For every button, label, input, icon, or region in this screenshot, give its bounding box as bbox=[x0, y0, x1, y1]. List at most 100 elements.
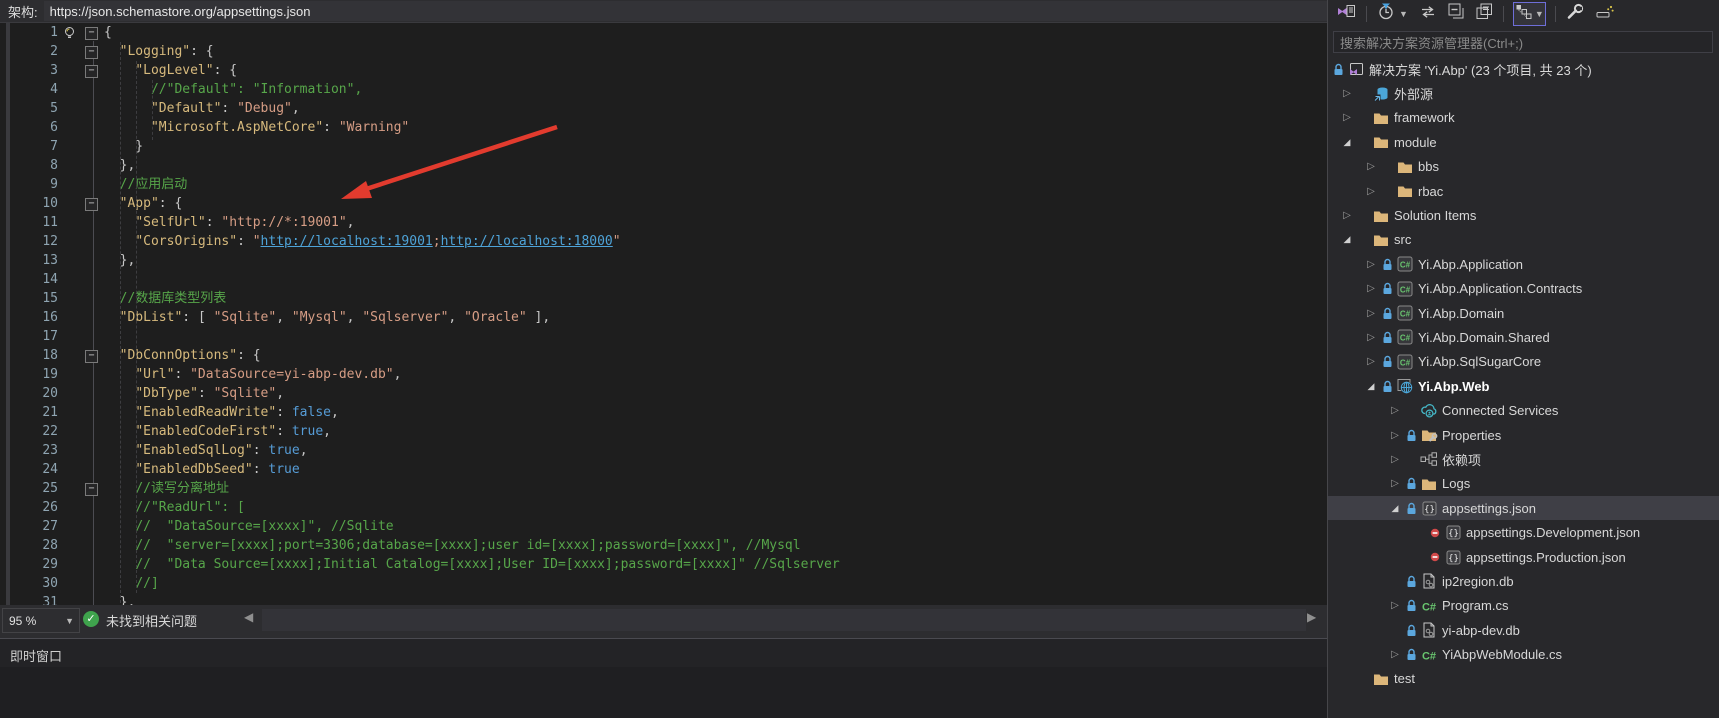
quick-actions-lightbulb-icon[interactable] bbox=[63, 26, 76, 40]
code-line-26[interactable]: 26 //"ReadUrl": [ bbox=[0, 498, 1327, 517]
schema-url-combobox[interactable]: https://json.schemastore.org/appsettings… bbox=[44, 1, 1327, 21]
code-line-22[interactable]: 22 "EnabledCodeFirst": true, bbox=[0, 422, 1327, 441]
fold-toggle-icon[interactable]: − bbox=[85, 27, 98, 40]
expander-expanded-icon[interactable]: ◢ bbox=[1363, 381, 1379, 392]
code-line-18[interactable]: 18− "DbConnOptions": { bbox=[0, 346, 1327, 365]
code-line-27[interactable]: 27 // "DataSource=[xxxx]", //Sqlite bbox=[0, 517, 1327, 536]
tree-item-connected-services[interactable]: ▷Connected Services bbox=[1328, 398, 1719, 422]
properties-wrench-button[interactable] bbox=[1565, 3, 1586, 25]
code-line-7[interactable]: 7 } bbox=[0, 137, 1327, 156]
expander-expanded-icon[interactable]: ◢ bbox=[1387, 503, 1403, 514]
code-line-20[interactable]: 20 "DbType": "Sqlite", bbox=[0, 384, 1327, 403]
sync-with-active-document-button[interactable] bbox=[1418, 3, 1438, 25]
tree-item-yi.abp.application[interactable]: ▷C#Yi.Abp.Application bbox=[1328, 252, 1719, 276]
code-line-25[interactable]: 25− //读写分离地址 bbox=[0, 479, 1327, 498]
scroll-right-arrow-icon[interactable]: ▶ bbox=[1307, 610, 1316, 624]
tree-item-yi.abp.web[interactable]: ◢Yi.Abp.Web bbox=[1328, 374, 1719, 398]
code-line-16[interactable]: 16 "DbList": [ "Sqlite", "Mysql", "Sqlse… bbox=[0, 308, 1327, 327]
tree-item-properties[interactable]: ▷Properties bbox=[1328, 423, 1719, 447]
code-line-31[interactable]: 31 }, bbox=[0, 593, 1327, 605]
code-line-19[interactable]: 19 "Url": "DataSource=yi-abp-dev.db", bbox=[0, 365, 1327, 384]
fold-toggle-icon[interactable]: − bbox=[85, 350, 98, 363]
tree-item-yi-abp-dev.db[interactable]: yi-abp-dev.db bbox=[1328, 618, 1719, 642]
tree-item-solution-items[interactable]: ▷Solution Items bbox=[1328, 203, 1719, 227]
preview-selected-items-button[interactable] bbox=[1595, 3, 1616, 25]
tree-item-yi.abp.application.contracts[interactable]: ▷C#Yi.Abp.Application.Contracts bbox=[1328, 277, 1719, 301]
code-line-3[interactable]: 3− "LogLevel": { bbox=[0, 61, 1327, 80]
fold-toggle-icon[interactable]: − bbox=[85, 46, 98, 59]
code-line-30[interactable]: 30 //] bbox=[0, 574, 1327, 593]
code-line-23[interactable]: 23 "EnabledSqlLog": true, bbox=[0, 441, 1327, 460]
expander-collapsed-icon[interactable]: ▷ bbox=[1363, 332, 1379, 343]
tree-item-src[interactable]: ◢src bbox=[1328, 228, 1719, 252]
expander-collapsed-icon[interactable]: ▷ bbox=[1363, 186, 1379, 197]
expander-collapsed-icon[interactable]: ▷ bbox=[1339, 210, 1355, 221]
expander-expanded-icon[interactable]: ◢ bbox=[1339, 234, 1355, 245]
expander-collapsed-icon[interactable]: ▷ bbox=[1363, 259, 1379, 270]
history-filter-button[interactable]: ▼ bbox=[1376, 3, 1409, 25]
tree-item-rbac[interactable]: ▷rbac bbox=[1328, 179, 1719, 203]
code-line-10[interactable]: 10− "App": { bbox=[0, 194, 1327, 213]
code-line-13[interactable]: 13 }, bbox=[0, 251, 1327, 270]
solution-search-input[interactable]: 搜索解决方案资源管理器(Ctrl+;) bbox=[1333, 31, 1713, 53]
expander-expanded-icon[interactable]: ◢ bbox=[1339, 137, 1355, 148]
tree-item-yiabpwebmodule.cs[interactable]: ▷C#YiAbpWebModule.cs bbox=[1328, 642, 1719, 666]
fold-toggle-icon[interactable]: − bbox=[85, 198, 98, 211]
expander-collapsed-icon[interactable]: ▷ bbox=[1387, 430, 1403, 441]
scroll-left-arrow-icon[interactable]: ◀ bbox=[244, 610, 253, 624]
code-line-14[interactable]: 14 bbox=[0, 270, 1327, 289]
code-line-29[interactable]: 29 // "Data Source=[xxxx];Initial Catalo… bbox=[0, 555, 1327, 574]
expander-collapsed-icon[interactable]: ▷ bbox=[1387, 649, 1403, 660]
show-all-files-button[interactable]: ▼ bbox=[1513, 2, 1546, 26]
tree-item-appsettings.development.json[interactable]: {}appsettings.Development.json bbox=[1328, 520, 1719, 544]
tree-item-yi.abp.domain.shared[interactable]: ▷C#Yi.Abp.Domain.Shared bbox=[1328, 325, 1719, 349]
code-line-24[interactable]: 24 "EnabledDbSeed": true bbox=[0, 460, 1327, 479]
tree-item-依赖项[interactable]: ▷依赖项 bbox=[1328, 447, 1719, 471]
immediate-window-content[interactable] bbox=[0, 667, 1327, 718]
code-line-4[interactable]: 4 //"Default": "Information", bbox=[0, 80, 1327, 99]
code-line-15[interactable]: 15 //数据库类型列表 bbox=[0, 289, 1327, 308]
fold-toggle-icon[interactable]: − bbox=[85, 483, 98, 496]
fold-toggle-icon[interactable]: − bbox=[85, 65, 98, 78]
code-line-6[interactable]: 6 "Microsoft.AspNetCore": "Warning" bbox=[0, 118, 1327, 137]
tree-item-解决方案-yi.abp-23-个项目-共-23-个[interactable]: 解决方案 'Yi.Abp' (23 个项目, 共 23 个) bbox=[1328, 57, 1719, 81]
expander-collapsed-icon[interactable]: ▷ bbox=[1387, 405, 1403, 416]
expander-collapsed-icon[interactable]: ▷ bbox=[1363, 283, 1379, 294]
tree-item-yi.abp.domain[interactable]: ▷C#Yi.Abp.Domain bbox=[1328, 301, 1719, 325]
code-line-11[interactable]: 11 "SelfUrl": "http://*:19001", bbox=[0, 213, 1327, 232]
code-line-5[interactable]: 5 "Default": "Debug", bbox=[0, 99, 1327, 118]
tree-item-外部源[interactable]: ▷外部源 bbox=[1328, 81, 1719, 105]
horizontal-scrollbar[interactable] bbox=[262, 609, 1306, 631]
code-line-12[interactable]: 12 "CorsOrigins": "http://localhost:1900… bbox=[0, 232, 1327, 251]
code-line-9[interactable]: 9 //应用启动 bbox=[0, 175, 1327, 194]
code-line-17[interactable]: 17 bbox=[0, 327, 1327, 346]
expander-collapsed-icon[interactable]: ▷ bbox=[1387, 454, 1403, 465]
expander-collapsed-icon[interactable]: ▷ bbox=[1363, 161, 1379, 172]
code-editor[interactable]: 1−{2− "Logging": {3− "LogLevel": {4 //"D… bbox=[0, 23, 1327, 605]
expander-collapsed-icon[interactable]: ▷ bbox=[1339, 88, 1355, 99]
tree-item-ip2region.db[interactable]: ip2region.db bbox=[1328, 569, 1719, 593]
switch-views-button[interactable] bbox=[1336, 3, 1357, 25]
code-line-1[interactable]: 1−{ bbox=[0, 23, 1327, 42]
code-line-2[interactable]: 2− "Logging": { bbox=[0, 42, 1327, 61]
properties-pages-button[interactable] bbox=[1475, 3, 1494, 25]
tree-item-logs[interactable]: ▷Logs bbox=[1328, 472, 1719, 496]
collapse-all-button[interactable] bbox=[1447, 3, 1466, 25]
zoom-level-combobox[interactable]: 95 % ▼ bbox=[2, 608, 80, 633]
tree-item-appsettings.production.json[interactable]: {}appsettings.Production.json bbox=[1328, 545, 1719, 569]
expander-collapsed-icon[interactable]: ▷ bbox=[1387, 478, 1403, 489]
tree-item-bbs[interactable]: ▷bbs bbox=[1328, 155, 1719, 179]
code-line-28[interactable]: 28 // "server=[xxxx];port=3306;database=… bbox=[0, 536, 1327, 555]
tree-item-test[interactable]: test bbox=[1328, 667, 1719, 691]
code-line-21[interactable]: 21 "EnabledReadWrite": false, bbox=[0, 403, 1327, 422]
tree-item-appsettings.json[interactable]: ◢{}appsettings.json bbox=[1328, 496, 1719, 520]
expander-collapsed-icon[interactable]: ▷ bbox=[1363, 308, 1379, 319]
code-line-8[interactable]: 8 }, bbox=[0, 156, 1327, 175]
expander-collapsed-icon[interactable]: ▷ bbox=[1363, 356, 1379, 367]
tree-item-module[interactable]: ◢module bbox=[1328, 130, 1719, 154]
expander-collapsed-icon[interactable]: ▷ bbox=[1339, 112, 1355, 123]
expander-collapsed-icon[interactable]: ▷ bbox=[1387, 600, 1403, 611]
tree-item-yi.abp.sqlsugarcore[interactable]: ▷C#Yi.Abp.SqlSugarCore bbox=[1328, 350, 1719, 374]
tree-item-framework[interactable]: ▷framework bbox=[1328, 106, 1719, 130]
tree-item-program.cs[interactable]: ▷C#Program.cs bbox=[1328, 594, 1719, 618]
